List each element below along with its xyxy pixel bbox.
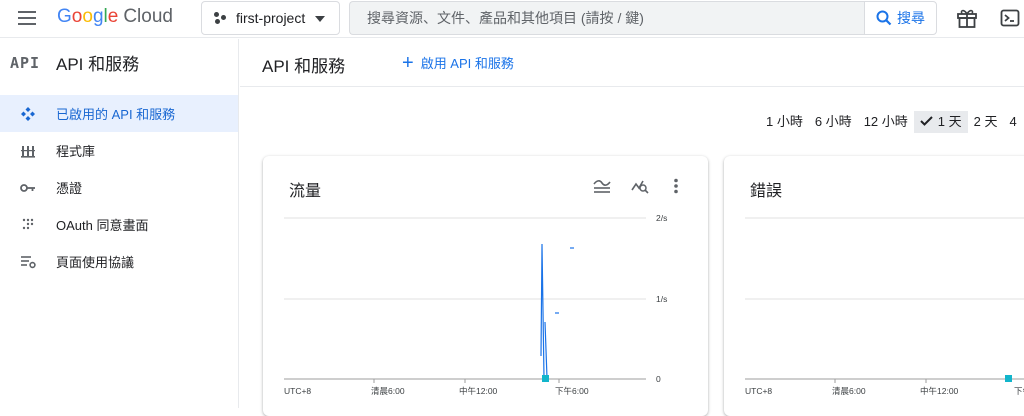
project-icon [214,11,228,25]
key-icon [0,183,56,193]
range-6h[interactable]: 6 小時 [809,111,858,133]
sidebar-item-label: 已啟用的 API 和服務 [56,107,176,122]
sidebar-item-library[interactable]: 程式庫 [0,132,238,169]
errors-card: 錯誤 UTC+8 清晨6:00 中午12:00 下午6:00 [724,156,1024,416]
y-tick-label: 1/s [656,294,667,304]
sidebar-item-enabled-apis[interactable]: 已啟用的 API 和服務 [0,95,238,132]
x-tick-label: 下午6:00 [1014,386,1024,396]
range-4d[interactable]: 4 [1003,111,1022,133]
traffic-marker [542,375,549,382]
errors-marker [1005,375,1012,382]
x-tick-label: 下午6:00 [555,386,589,396]
project-picker[interactable]: first-project [201,1,340,35]
plus-icon: + [402,51,414,74]
menu-icon[interactable] [18,11,36,25]
range-1d[interactable]: 1 天 [913,111,968,133]
y-tick-label: 0 [656,374,661,384]
main-header: API 和服務 + 啟用 API 和服務 [240,39,1024,87]
x-tick-label: 中午12:00 [920,386,959,396]
sidebar-item-label: 憑證 [56,181,83,196]
x-tick-label: UTC+8 [745,386,772,396]
api-diamond-icon [0,106,56,122]
enable-apis-label: 啟用 API 和服務 [420,56,514,71]
search-button-label: 搜尋 [897,10,925,26]
sidebar-item-label: 頁面使用協議 [56,255,135,270]
search-input[interactable]: 搜尋資源、文件、產品和其他項目 (請按 / 鍵) [349,1,864,35]
sidebar-item-page-usage[interactable]: 頁面使用協議 [0,243,238,280]
x-tick-label: 清晨6:00 [832,386,866,396]
range-12h[interactable]: 12 小時 [858,111,914,133]
search-button[interactable]: 搜尋 [864,1,937,35]
library-icon [0,144,56,158]
google-cloud-logo[interactable]: Google Cloud [57,6,173,28]
time-range-selector: 1 小時 6 小時 12 小時 1 天 2 天 4 [760,111,1023,133]
sidebar: API API 和服務 已啟用的 API 和服務 程式庫 憑證 OAuth 同意… [0,39,239,408]
x-tick-label: 清晨6:00 [371,386,405,396]
traffic-series-line-2 [544,321,548,379]
sidebar-item-oauth[interactable]: OAuth 同意畫面 [0,206,238,243]
y-tick-label: 2/s [656,213,667,223]
sidebar-item-label: OAuth 同意畫面 [56,218,149,233]
project-name: first-project [236,10,306,26]
range-1d-label: 1 天 [937,114,962,129]
range-2d[interactable]: 2 天 [968,111,1004,133]
traffic-chart: 2/s 1/s 0 UTC+8 清晨6:00 中午12:00 下午6:00 [284,213,667,396]
x-tick-label: 中午12:00 [459,386,498,396]
cloud-shell-icon[interactable] [1000,8,1020,28]
errors-chart: UTC+8 清晨6:00 中午12:00 下午6:00 [745,217,1024,396]
gift-icon[interactable] [956,7,978,29]
page-title: API 和服務 [262,57,346,76]
x-tick-label: UTC+8 [284,386,311,396]
traffic-card: 流量 2/s 1/s 0 UTC+8 清晨6:00 中午12:00 下午6:00 [263,156,708,416]
chevron-down-icon [315,16,325,22]
oauth-dots-icon [0,218,56,232]
api-logo: API [10,53,41,72]
top-bar: Google Cloud first-project 搜尋資源、文件、產品和其他項… [0,0,1024,38]
traffic-series-line [540,243,545,379]
sidebar-item-credentials[interactable]: 憑證 [0,169,238,206]
sidebar-item-label: 程式庫 [56,144,96,159]
range-1h[interactable]: 1 小時 [760,111,809,133]
enable-apis-button[interactable]: + 啟用 API 和服務 [402,51,514,74]
check-icon [920,116,933,126]
sidebar-title: API 和服務 [56,55,140,74]
search-icon [876,10,892,26]
search-placeholder: 搜尋資源、文件、產品和其他項目 (請按 / 鍵) [367,10,644,26]
sidebar-header: API API 和服務 [0,39,238,86]
settings-list-icon [0,255,56,269]
